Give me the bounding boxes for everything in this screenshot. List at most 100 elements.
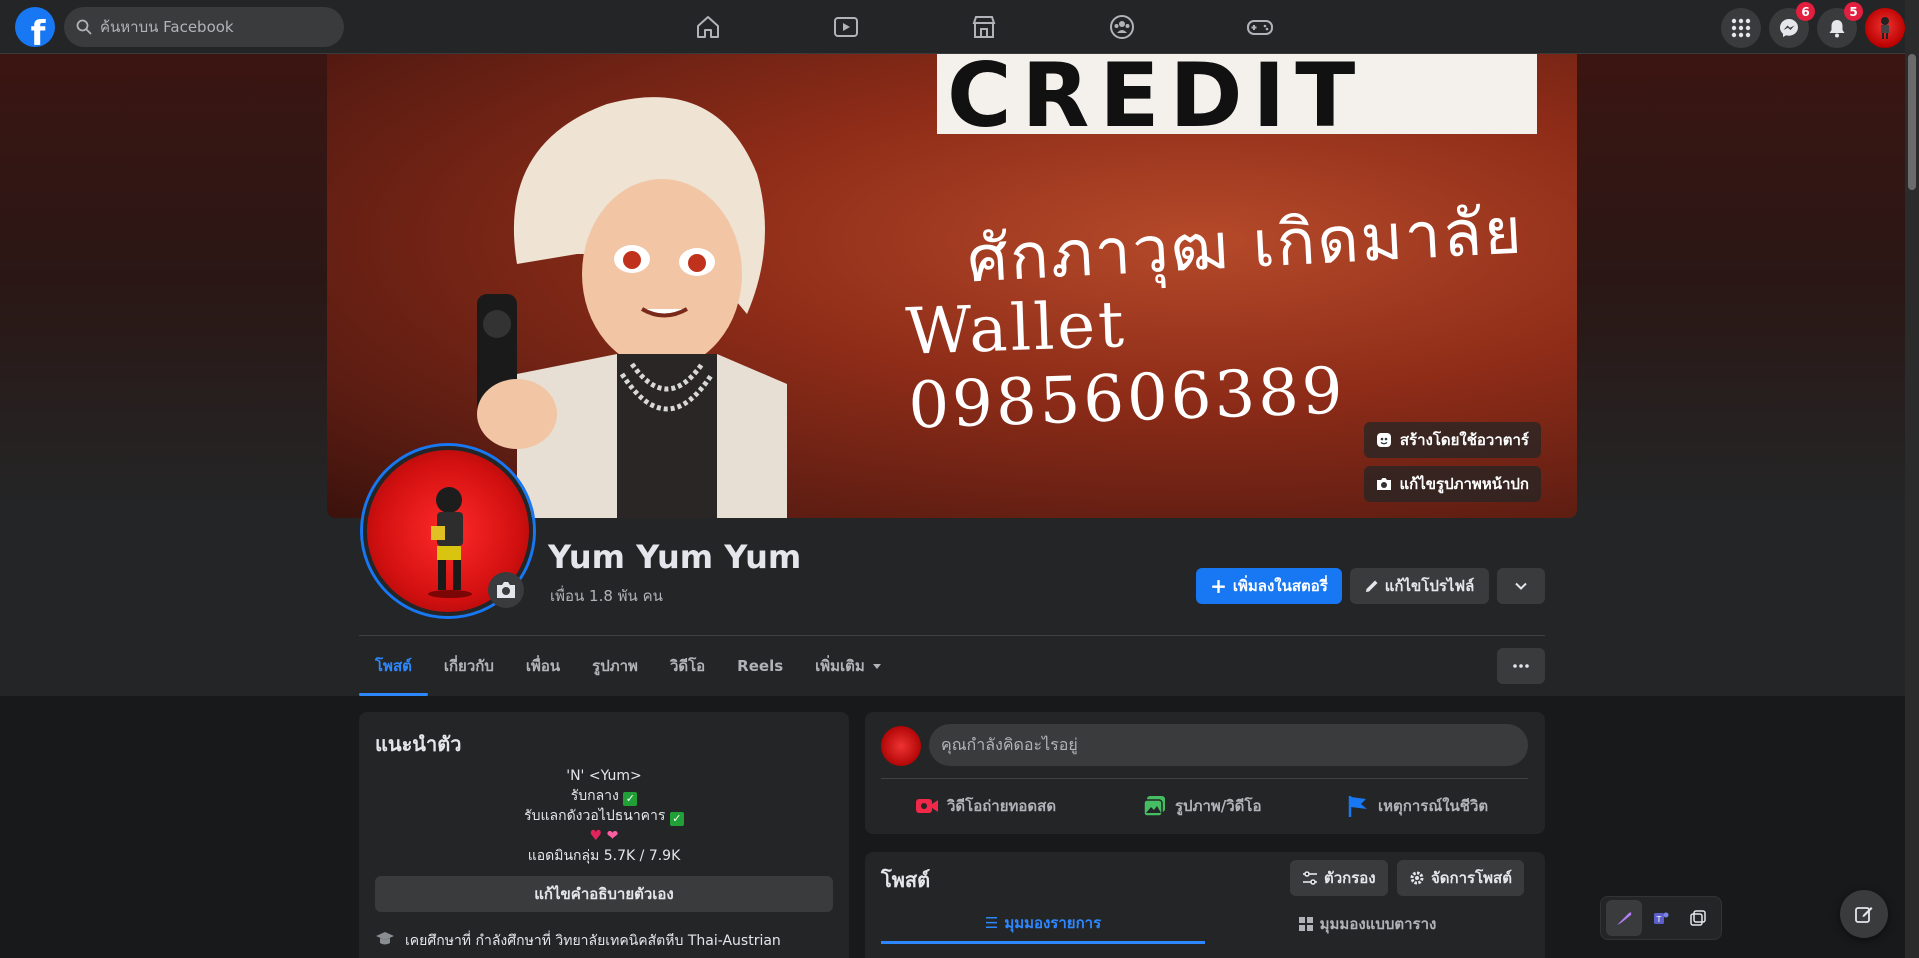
profile-tabs: โพสต์ เกี่ยวกับ เพื่อน รูปภาพ วิดีโอ Ree… [359, 636, 899, 696]
composer-avatar [881, 726, 921, 766]
cover-wallet-text: Wallet 0985606389 [904, 288, 1347, 444]
edit-cover-photo-button[interactable]: แก้ไขรูปภาพหน้าปก [1363, 466, 1541, 502]
svg-text:T: T [1656, 915, 1662, 924]
teams-button[interactable]: T [1643, 900, 1679, 936]
filter-label: ตัวกรอง [1324, 869, 1376, 887]
grid-view-tab[interactable]: มุมมองแบบตาราง [1205, 904, 1529, 944]
bio-text: 'N' <Yum> รับกลาง ✓ รับแลกดังวอไปธนาคาร … [359, 766, 849, 866]
cover-character-illustration [477, 97, 787, 518]
heart-icon: ♥ [589, 828, 603, 844]
account-controls: 6 5 [1721, 2, 1905, 48]
bio-line-with-check: รับแลกดังวอไปธนาคาร ✓ [359, 806, 849, 826]
messenger-button[interactable]: 6 [1769, 2, 1815, 48]
account-avatar[interactable] [1865, 8, 1905, 48]
menu-button[interactable] [1721, 8, 1761, 48]
manage-posts-button[interactable]: จัดการโพสต์ [1397, 860, 1524, 896]
top-navigation-bar: f 6 5 [0, 0, 1905, 54]
live-video-button[interactable]: วิดีโอถ่ายทอดสด [915, 786, 1056, 826]
compose-icon [1855, 907, 1873, 923]
education-text: เคยศึกษาที่ กำลังศึกษาที่ วิทยาลัยเทคนิค… [405, 933, 781, 949]
tab-friends[interactable]: เพื่อน [510, 636, 576, 696]
nav-groups[interactable] [1053, 0, 1191, 54]
notifications-badge: 5 [1844, 2, 1863, 21]
graduation-cap-icon [376, 932, 394, 945]
tab-label: วิดีโอ [669, 657, 706, 675]
tab-label: รูปภาพ [592, 657, 638, 675]
notifications-button[interactable]: 5 [1817, 2, 1863, 48]
nav-gaming[interactable] [1191, 0, 1329, 54]
nav-home[interactable] [639, 0, 777, 54]
list-view-tab[interactable]: ☰ มุมมองรายการ [881, 904, 1205, 944]
edit-cover-photo-label: แก้ไขรูปภาพหน้าปก [1399, 475, 1530, 493]
cover-credit-text: CREDIT [947, 54, 1366, 147]
edit-bio-button[interactable]: แก้ไขคำอธิบายตัวเอง [375, 876, 833, 912]
post-composer-card: คุณกำลังคิดอะไรอยู่ วิดีโอถ่ายทอดสด รูปภ… [865, 712, 1545, 834]
tab-videos[interactable]: วิดีโอ [654, 636, 721, 696]
gear-icon [1410, 871, 1424, 885]
search-box[interactable] [64, 7, 344, 47]
composer-placeholder: คุณกำลังคิดอะไรอยู่ [941, 734, 1078, 754]
posts-title: โพสต์ [881, 868, 931, 892]
tab-posts[interactable]: โพสต์ [359, 636, 428, 696]
search-icon [76, 19, 92, 35]
photo-video-button[interactable]: รูปภาพ/วิดีโอ [1143, 786, 1261, 826]
avatar-icon [1376, 433, 1391, 447]
live-video-label: วิดีโอถ่ายทอดสด [947, 797, 1057, 815]
nav-marketplace[interactable] [915, 0, 1053, 54]
feather-pen-icon [1616, 912, 1631, 925]
list-view-label: มุมมองรายการ [1004, 913, 1102, 932]
tabs-more-options-button[interactable] [1497, 648, 1545, 684]
intro-title: แนะนำตัว [375, 732, 462, 756]
bell-icon [1829, 20, 1845, 38]
tab-photos[interactable]: รูปภาพ [576, 636, 654, 696]
screenshot-button[interactable] [1680, 900, 1716, 936]
facebook-logo[interactable]: f [15, 7, 55, 47]
messenger-icon [1780, 19, 1798, 37]
tab-about[interactable]: เกี่ยวกับ [428, 636, 510, 696]
flag-icon [1348, 796, 1367, 817]
camera-icon [497, 582, 515, 598]
filter-button[interactable]: ตัวกรอง [1290, 860, 1388, 896]
change-profile-picture-button[interactable] [488, 572, 524, 608]
grid-view-label: มุมมองแบบตาราง [1319, 915, 1437, 933]
scrollbar-thumb[interactable] [1908, 54, 1916, 190]
live-video-icon [916, 799, 938, 813]
bio-line: รับกลาง [570, 788, 619, 804]
composer-input[interactable]: คุณกำลังคิดอะไรอยู่ [929, 724, 1528, 766]
tab-label: Reels [737, 657, 784, 675]
avatar-figure-icon [1881, 17, 1889, 39]
tab-reels[interactable]: Reels [721, 636, 799, 696]
photo-video-label: รูปภาพ/วิดีโอ [1175, 797, 1262, 815]
two-hearts-icon: ❤ [606, 828, 619, 844]
home-icon [697, 16, 719, 38]
nav-watch[interactable] [777, 0, 915, 54]
page-scrollbar[interactable] [1905, 0, 1919, 958]
caret-down-icon [872, 664, 881, 669]
messenger-badge: 6 [1796, 2, 1815, 21]
create-with-avatar-button[interactable]: สร้างโดยใช้อวาตาร์ [1363, 422, 1541, 458]
gaming-icon [1247, 20, 1273, 35]
edit-profile-button[interactable]: แก้ไขโปรไฟล์ [1350, 568, 1489, 604]
new-message-button[interactable] [1840, 890, 1888, 938]
marketplace-icon [972, 16, 996, 38]
bio-hearts: ♥ ❤ [359, 826, 849, 846]
pen-tool-button[interactable] [1605, 900, 1642, 936]
screenshot-icon [1690, 910, 1707, 926]
search-input[interactable] [100, 18, 320, 36]
tab-label: โพสต์ [375, 657, 412, 675]
sliders-icon [1303, 871, 1317, 885]
video-icon [834, 17, 858, 37]
ellipsis-icon [1513, 664, 1529, 668]
life-event-button[interactable]: เหตุการณ์ในชีวิต [1346, 786, 1488, 826]
profile-more-dropdown-button[interactable] [1497, 568, 1545, 604]
cover-photo[interactable]: CREDIT ศักภาวุฒ เกิดมาลัย Wallet 0985606… [327, 54, 1577, 518]
teams-icon: T [1653, 912, 1669, 924]
bio-line-with-check: รับกลาง ✓ [359, 786, 849, 806]
friends-count[interactable]: เพื่อน 1.8 พัน คน [550, 584, 663, 608]
tab-more[interactable]: เพิ่มเติม [799, 636, 899, 696]
photo-icon [1143, 796, 1165, 817]
tab-label: เพิ่มเติม [815, 657, 865, 675]
add-to-story-button[interactable]: + เพิ่มลงในสตอรี่ [1196, 568, 1342, 604]
posts-header-card: โพสต์ ตัวกรอง จัดการโพสต์ ☰ มุมมองรายการ… [865, 852, 1545, 958]
edit-profile-label: แก้ไขโปรไฟล์ [1384, 577, 1475, 595]
